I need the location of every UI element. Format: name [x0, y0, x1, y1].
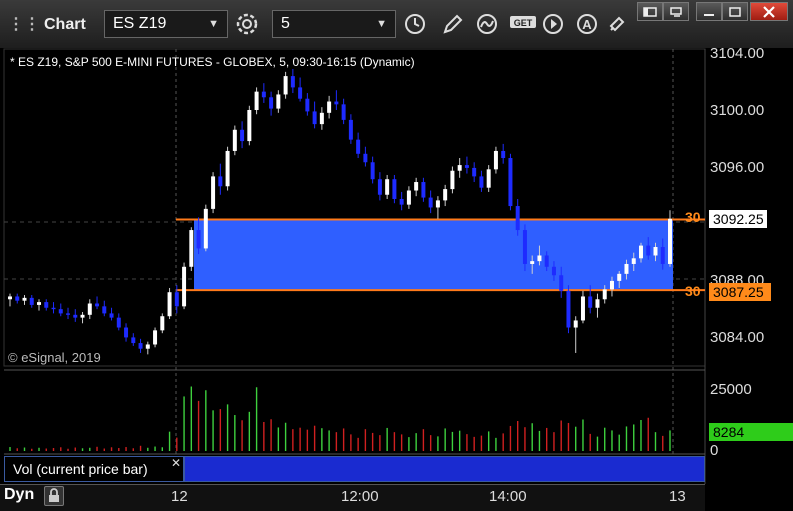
candle	[131, 333, 136, 346]
candle	[486, 165, 491, 192]
y-tick-label: 3100.00	[710, 102, 765, 119]
candle	[428, 190, 433, 214]
candle	[414, 177, 419, 197]
candle	[182, 262, 187, 310]
candle	[363, 146, 368, 167]
candle	[479, 170, 484, 192]
volume-y-tick: 25000	[710, 381, 752, 398]
upper-level-label: 30	[685, 209, 701, 225]
candle	[254, 87, 259, 115]
range-box[interactable]	[194, 219, 673, 291]
candle	[312, 101, 317, 129]
lock-icon[interactable]	[44, 486, 64, 506]
candle	[406, 186, 411, 209]
y-tick-label: 3084.00	[710, 329, 765, 346]
candle	[290, 69, 295, 94]
candle	[153, 327, 158, 348]
candle	[102, 300, 107, 317]
candle	[370, 156, 375, 184]
dynamic-mode-label[interactable]: Dyn	[4, 486, 34, 504]
candle	[580, 290, 585, 324]
candle	[124, 323, 129, 342]
candle	[167, 287, 172, 320]
candle	[247, 105, 252, 146]
volume-current-value: 8284	[709, 423, 793, 441]
candle	[435, 196, 440, 219]
candle	[116, 313, 121, 331]
candle	[66, 307, 71, 320]
candle	[160, 313, 165, 334]
candle	[51, 302, 56, 314]
chart-description: * ES Z19, S&P 500 E-MINI FUTURES - GLOBE…	[10, 55, 415, 69]
volume-label-bar	[184, 456, 705, 482]
candle	[508, 153, 513, 211]
candle	[109, 307, 114, 321]
price-chart[interactable]: * ES Z19, S&P 500 E-MINI FUTURES - GLOBE…	[0, 0, 793, 510]
candle	[472, 162, 477, 183]
candle	[232, 125, 237, 156]
candle	[305, 93, 310, 116]
candle	[283, 71, 288, 99]
candle	[327, 95, 332, 119]
candle	[493, 146, 498, 174]
candle	[348, 114, 353, 144]
candle	[44, 299, 49, 311]
candle	[138, 338, 143, 353]
candle	[37, 299, 42, 311]
copyright-text: © eSignal, 2019	[8, 350, 101, 365]
lower-level-value: 3087.25	[709, 283, 771, 301]
y-tick-label: 3104.00	[710, 45, 765, 62]
candle	[377, 172, 382, 201]
candle	[73, 309, 78, 322]
candle	[443, 184, 448, 207]
candle	[58, 303, 63, 317]
candle	[457, 158, 462, 178]
upper-level-value: 3092.25	[709, 210, 767, 228]
candle	[356, 132, 361, 159]
candle	[595, 293, 600, 318]
candle	[189, 227, 194, 272]
x-tick-label: 12	[171, 488, 188, 505]
close-study-icon[interactable]: ✕	[171, 456, 181, 470]
candle	[566, 285, 571, 334]
candle	[87, 299, 92, 320]
candle	[501, 143, 506, 164]
x-tick-label: 12:00	[341, 488, 379, 505]
candle	[29, 295, 34, 308]
candle	[421, 177, 426, 202]
volume-y-tick: 0	[710, 442, 719, 459]
candle	[15, 293, 20, 304]
candle	[450, 166, 455, 194]
candle	[269, 91, 274, 116]
candle	[668, 210, 672, 267]
lower-level-label: 30	[685, 283, 701, 299]
y-tick-label: 3096.00	[710, 159, 765, 176]
candle	[334, 90, 339, 110]
candle	[95, 296, 100, 310]
candle	[399, 191, 404, 211]
candle	[240, 121, 245, 149]
candle	[145, 341, 150, 355]
candle	[8, 293, 12, 307]
candle	[573, 316, 578, 353]
candle	[276, 90, 281, 113]
candle	[218, 163, 223, 195]
candle	[464, 156, 469, 174]
candle	[392, 174, 397, 204]
x-tick-label: 14:00	[489, 488, 527, 505]
candle	[211, 172, 216, 214]
candle	[261, 83, 266, 103]
candle	[385, 174, 390, 199]
candle	[319, 107, 324, 130]
candle	[298, 77, 303, 102]
candle	[341, 98, 346, 125]
candle	[203, 204, 208, 252]
candle	[225, 146, 230, 191]
candle	[22, 295, 27, 305]
x-tick-label: 13	[669, 488, 686, 505]
candle	[80, 311, 85, 324]
volume-study-label[interactable]: Vol (current price bar)	[4, 456, 184, 482]
